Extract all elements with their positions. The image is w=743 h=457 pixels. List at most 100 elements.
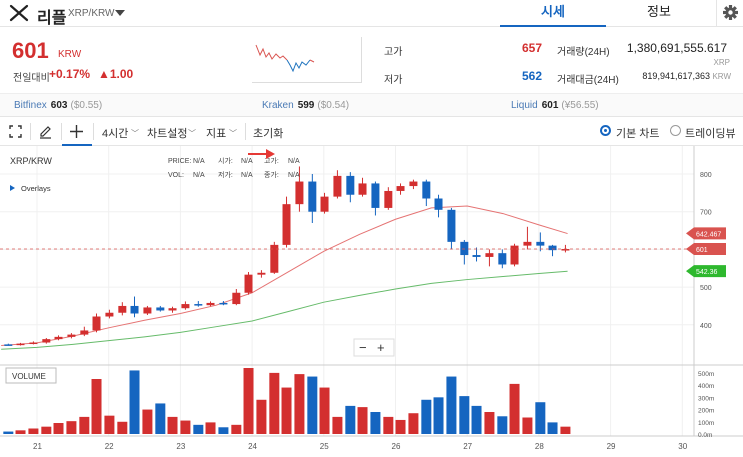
high-label: 고가 (384, 47, 403, 58)
candle-body (219, 302, 228, 305)
chart-toolbar: 4시간 ﹀ 차트설정 ﹀ 지표 ﹀ 초기화 기본 차트 트레이딩뷰 (0, 117, 743, 146)
price-readout: N/A (193, 158, 205, 165)
candle-body (42, 339, 51, 343)
sparkline (252, 37, 362, 83)
y-tick-label: 800 (700, 172, 712, 179)
zoom-in-button[interactable]: + (377, 340, 385, 355)
volume-bar (560, 426, 571, 434)
open-readout: N/A (241, 158, 253, 165)
candle-body (118, 305, 127, 313)
close-label: 종가: (264, 170, 279, 179)
volume-bar (41, 426, 52, 434)
candle-body (105, 312, 114, 317)
x-tick-label: 21 (33, 442, 42, 451)
zoom-out-button[interactable]: − (359, 340, 367, 355)
volume-bar (155, 403, 166, 434)
fullscreen-icon[interactable] (9, 125, 22, 138)
crosshair-icon (70, 125, 83, 138)
candle-body (168, 308, 177, 311)
price-currency: KRW (58, 49, 82, 60)
chevron-down-icon[interactable]: ﹀ (188, 128, 196, 139)
chevron-down-icon[interactable]: ﹀ (229, 128, 237, 139)
candle-body (80, 330, 89, 335)
volume-tick-label: 100m (698, 420, 714, 427)
price-chart[interactable]: 400500600700800 500m400m300m200m100m0.0m… (0, 146, 743, 457)
low-label: 저가 (384, 75, 403, 86)
volume-bar (218, 427, 229, 434)
candle-body (206, 302, 215, 306)
candle-body (498, 253, 507, 265)
candle-body (29, 342, 38, 345)
settings-button[interactable] (716, 0, 743, 27)
tab-info[interactable]: 정보 (606, 0, 712, 27)
volume-bar (459, 396, 470, 434)
volume-bar (370, 412, 381, 434)
volume-label: 거래량(24H) (557, 47, 610, 58)
volume-tick-label: 0.0m (698, 432, 712, 439)
chevron-down-icon[interactable] (115, 10, 125, 16)
candle-body (320, 196, 329, 212)
candle-body (346, 175, 355, 195)
volume-bar (117, 421, 128, 434)
volume-bar (193, 424, 204, 434)
candle-body (143, 307, 152, 314)
volume-bar (471, 405, 482, 434)
high-readout: N/A (288, 158, 300, 165)
basic-chart-radio[interactable] (600, 125, 611, 136)
top-header: 리플 XRP/KRW 시세 정보 (0, 0, 743, 27)
chevron-down-icon[interactable]: ﹀ (131, 128, 139, 139)
indicators-menu[interactable]: 지표 (206, 125, 226, 141)
volume-bar (66, 421, 77, 434)
volume-bar (357, 407, 368, 434)
exchange-kraken[interactable]: Kraken 599 ($0.54) (262, 100, 349, 111)
coin-pair[interactable]: XRP/KRW (68, 8, 115, 19)
candle-body (308, 181, 317, 212)
volume-bar (421, 399, 432, 434)
chart-settings-menu[interactable]: 차트설정 (147, 125, 187, 141)
x-tick-label: 25 (320, 442, 329, 451)
y-tick-label: 700 (700, 210, 712, 217)
volume-bar (167, 416, 178, 434)
candle-body (371, 183, 380, 208)
overlays-toggle[interactable]: Overlays (21, 184, 51, 193)
candle-body (130, 305, 139, 314)
candle-body (232, 292, 241, 305)
candle-body (54, 336, 63, 340)
interval-select[interactable]: 4시간 (102, 125, 128, 141)
volume-bar (53, 423, 64, 434)
tradingview-label[interactable]: 트레이딩뷰 (685, 125, 736, 141)
volume-bar (231, 424, 242, 434)
volume-bar (15, 430, 26, 434)
volume-bar (79, 416, 90, 434)
tab-price[interactable]: 시세 (500, 0, 606, 27)
volume-bar (243, 368, 254, 434)
candle-body (447, 209, 456, 242)
exchange-bitfinex[interactable]: Bitfinex 603 ($0.55) (14, 100, 102, 111)
pencil-icon[interactable] (38, 124, 53, 139)
candle-body (485, 253, 494, 257)
volume-label: VOLUME (12, 372, 46, 381)
basic-chart-label[interactable]: 기본 차트 (616, 125, 660, 141)
reset-button[interactable]: 초기화 (253, 125, 283, 141)
price-mark-label: 642.467 (696, 231, 721, 238)
price-mark-label: 601 (696, 247, 708, 254)
tradingview-radio[interactable] (670, 125, 681, 136)
exchange-sub: ($0.55) (70, 100, 103, 111)
volume-bar (446, 376, 457, 434)
exchange-liquid[interactable]: Liquid 601 (¥56.55) (511, 100, 599, 111)
volume-tick-label: 200m (698, 408, 714, 415)
volume-tick-label: 400m (698, 383, 714, 390)
amount-value: 819,941,617,363 (642, 71, 710, 81)
candle-body (333, 175, 342, 197)
high-value: 657 (521, 41, 542, 55)
volume-unit: XRP (713, 58, 730, 67)
candle-body (156, 307, 165, 311)
volume-bar (509, 383, 520, 434)
candle-body (181, 304, 190, 309)
x-tick-label: 30 (678, 442, 687, 451)
crosshair-tool[interactable] (62, 117, 92, 146)
x-tick-label: 27 (463, 442, 472, 451)
vol-readout: N/A (193, 172, 205, 179)
volume-bar (383, 416, 394, 434)
coin-name[interactable]: 리플 (37, 4, 66, 28)
